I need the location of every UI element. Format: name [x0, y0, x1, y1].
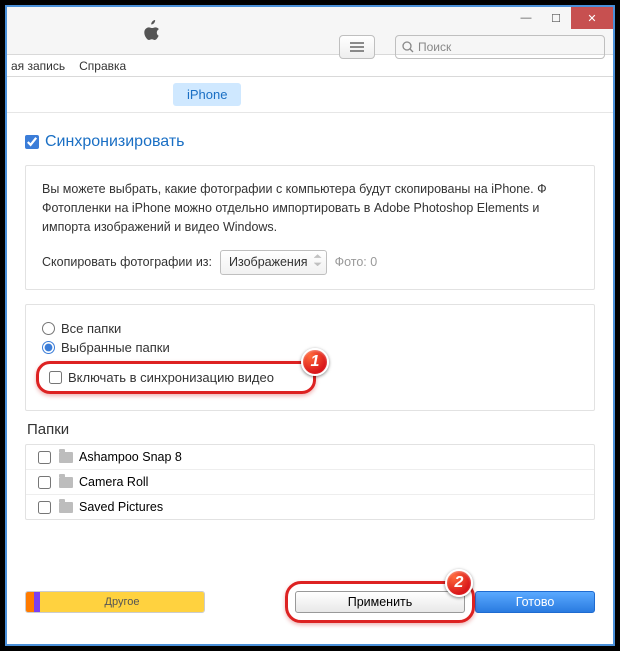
folders-title: Папки	[27, 421, 595, 438]
copy-label: Скопировать фотографии из:	[42, 253, 212, 272]
info-card: Вы можете выбрать, какие фотографии с ко…	[25, 165, 595, 290]
folder-icon	[59, 502, 73, 513]
radio-selected-input[interactable]	[42, 341, 55, 354]
menu-item-record[interactable]: ая запись	[11, 59, 65, 73]
info-text-1: Вы можете выбрать, какие фотографии с ко…	[42, 180, 578, 199]
highlight-include-video: Включать в синхронизацию видео 1	[36, 361, 316, 394]
folder-checkbox[interactable]	[38, 476, 51, 489]
folder-checkbox[interactable]	[38, 451, 51, 464]
menu-item-help[interactable]: Справка	[79, 59, 126, 73]
info-text-3: импорта изображений и видео Windows.	[42, 218, 578, 237]
folder-icon	[59, 477, 73, 488]
folder-item[interactable]: Saved Pictures	[26, 495, 594, 519]
apple-logo-icon	[141, 19, 161, 43]
storage-seg-other: Другое	[40, 592, 204, 612]
app-window: — ☐ ✕ Поиск ая запись Справка iPhone Син…	[6, 6, 614, 645]
include-video-label: Включать в синхронизацию видео	[68, 370, 274, 385]
minimize-button[interactable]: —	[511, 7, 541, 29]
folder-list: Ashampoo Snap 8 Camera Roll Saved Pictur…	[25, 444, 595, 520]
folder-item[interactable]: Camera Roll	[26, 470, 594, 495]
sync-row: Синхронизировать	[25, 133, 595, 151]
storage-bar: Другое	[25, 591, 205, 613]
photo-count: Фото: 0	[335, 253, 378, 272]
include-video-checkbox[interactable]	[49, 371, 62, 384]
content-area: Синхронизировать Вы можете выбрать, каки…	[7, 113, 613, 520]
tab-row: iPhone	[7, 77, 613, 113]
storage-seg-1	[26, 592, 34, 612]
tab-iphone[interactable]: iPhone	[173, 83, 241, 106]
sync-title: Синхронизировать	[45, 133, 185, 151]
search-placeholder: Поиск	[418, 40, 451, 54]
sync-checkbox[interactable]	[25, 135, 39, 149]
apply-button[interactable]: Применить	[295, 591, 465, 613]
list-icon	[349, 41, 365, 53]
bottom-bar: Другое 2 Применить Готово	[25, 580, 595, 624]
copy-source-select[interactable]: Изображения	[220, 250, 327, 275]
radio-all-input[interactable]	[42, 322, 55, 335]
annotation-badge-1: 1	[301, 348, 329, 376]
copy-source-row: Скопировать фотографии из: Изображения Ф…	[42, 250, 578, 275]
window-controls: — ☐ ✕	[511, 7, 613, 29]
maximize-button[interactable]: ☐	[541, 7, 571, 29]
view-list-button[interactable]	[339, 35, 375, 59]
folder-icon	[59, 452, 73, 463]
info-text-2: Фотопленки на iPhone можно отдельно импо…	[42, 199, 578, 218]
close-button[interactable]: ✕	[571, 7, 613, 29]
titlebar: — ☐ ✕ Поиск	[7, 7, 613, 55]
folder-scope-card: Все папки Выбранные папки Включать в син…	[25, 304, 595, 411]
annotation-badge-2: 2	[445, 569, 473, 597]
folder-item[interactable]: Ashampoo Snap 8	[26, 445, 594, 470]
apply-wrap: 2 Применить	[295, 591, 465, 613]
search-icon	[402, 41, 414, 53]
folder-checkbox[interactable]	[38, 501, 51, 514]
search-input[interactable]: Поиск	[395, 35, 605, 59]
radio-all-folders[interactable]: Все папки	[42, 321, 578, 336]
done-button[interactable]: Готово	[475, 591, 595, 613]
